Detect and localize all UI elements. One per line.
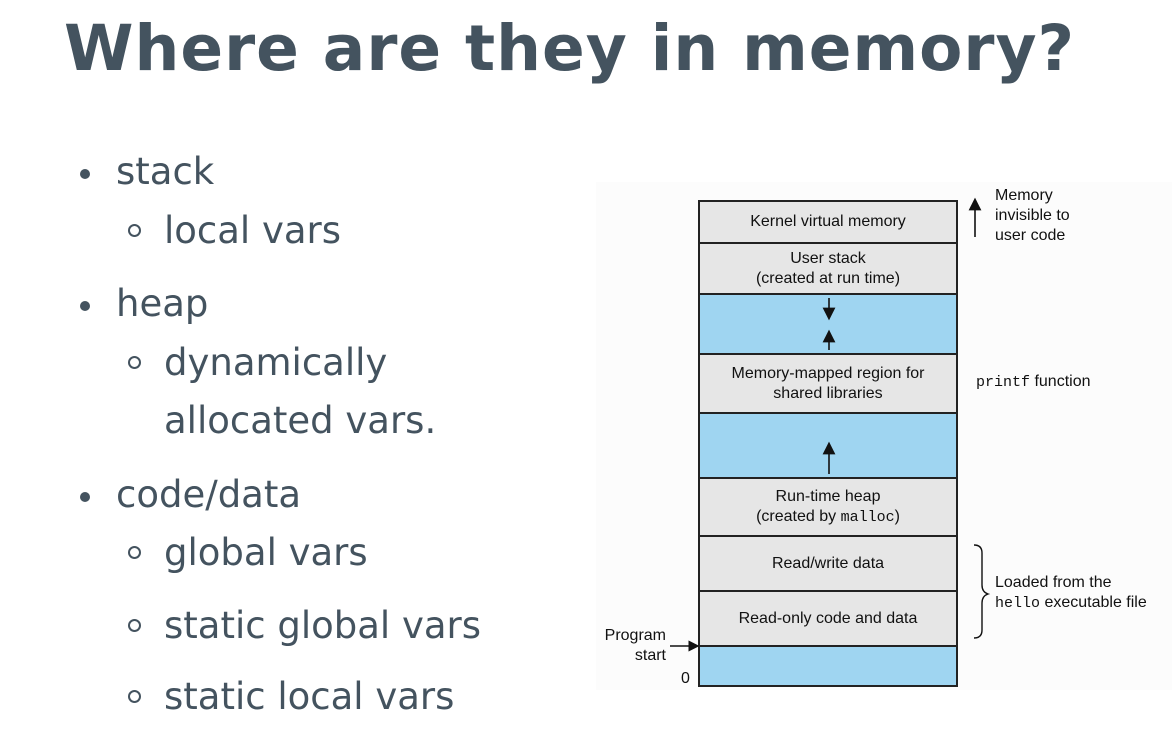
- diagram-arrows: [670, 197, 991, 652]
- annotation-line: user code: [995, 227, 1066, 244]
- annotation-line: Loaded from the: [995, 574, 1112, 591]
- annotation-text: executable file: [1040, 594, 1147, 611]
- annotation-line: Program: [604, 627, 666, 644]
- annotation-loaded-from-executable: Loaded from the hello executable file: [995, 573, 1147, 614]
- annotation-text: function: [1030, 373, 1091, 390]
- loaded-brace: [973, 544, 991, 639]
- annotation-line: invisible to: [995, 207, 1070, 224]
- annotation-program-start: Program start: [598, 626, 666, 666]
- address-zero-label: 0: [681, 670, 690, 687]
- annotation-printf-function: printf function: [976, 372, 1091, 393]
- annotation-line: Memory: [995, 187, 1053, 204]
- printf-code: printf: [976, 374, 1031, 391]
- hello-code: hello: [995, 595, 1041, 612]
- annotation-line: start: [634, 647, 666, 664]
- annotation-memory-invisible: Memory invisible to user code: [995, 186, 1070, 246]
- annotation-line: hello executable file: [995, 593, 1147, 614]
